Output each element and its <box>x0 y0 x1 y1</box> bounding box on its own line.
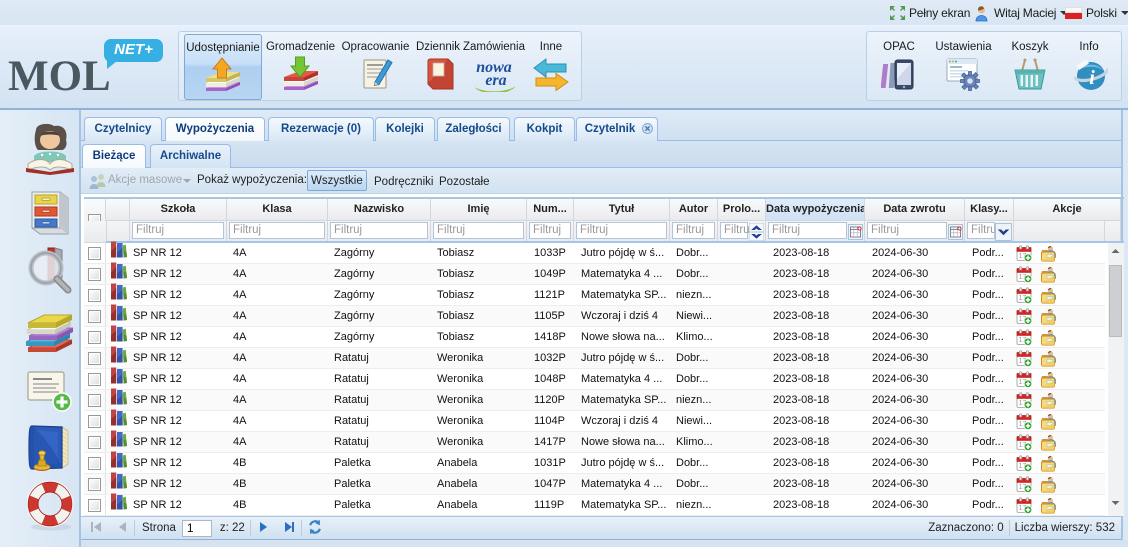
svg-text:era: era <box>485 72 506 89</box>
svg-text:i: i <box>1089 67 1095 89</box>
